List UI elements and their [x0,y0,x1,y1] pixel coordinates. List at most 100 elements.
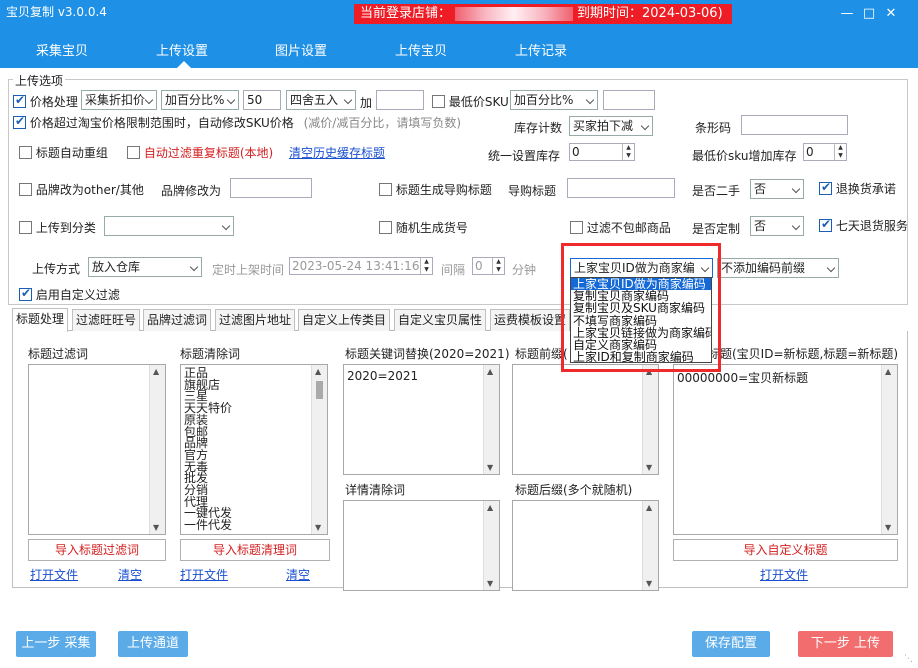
stepper-up-icon[interactable]: ▲ [492,258,504,266]
checkbox-checked[interactable] [819,217,832,232]
scroll-down-icon[interactable]: ▼ [487,579,493,588]
tab-custom-attributes[interactable]: 自定义宝贝属性 [394,309,487,331]
stepper-up-icon[interactable]: ▲ [622,144,634,152]
upload-channel-button[interactable]: 上传通道 [118,631,188,657]
scrollbar[interactable]: ▲ ▼ [311,365,327,534]
stepper-up-icon[interactable]: ▲ [834,144,846,152]
checkbox-checked[interactable] [13,93,26,108]
scroll-up-icon[interactable]: ▲ [153,367,159,376]
price-process-checkbox[interactable]: 价格处理 [13,93,78,110]
scroll-down-icon[interactable]: ▼ [646,579,652,588]
stepper-down-icon[interactable]: ▼ [492,266,504,274]
price-op-select[interactable]: 加百分比% [161,90,239,110]
clear-link[interactable]: 清空 [118,566,142,583]
close-icon[interactable]: ✕ [882,6,900,22]
auto-regroup-checkbox[interactable]: 标题自动重组 [19,144,108,161]
checkbox-checked[interactable] [19,286,32,301]
maximize-icon[interactable]: □ [860,6,878,22]
upload-category-select[interactable] [104,216,234,236]
prefix-textarea[interactable]: ▲ ▼ [512,364,659,475]
scheduled-time-picker[interactable]: 2023-05-24 13:41:16 ▲ ▼ [289,257,433,275]
interval-stepper[interactable]: 0 ▲ ▼ [472,257,505,275]
open-file-link[interactable]: 打开文件 [760,566,808,583]
random-item-no-checkbox[interactable]: 随机生成货号 [379,219,468,236]
dropdown-option[interactable]: 复制宝贝及SKU商家编码 [571,302,711,314]
stepper-up-icon[interactable]: ▲ [420,258,432,266]
min-sku-op-select[interactable]: 加百分比% [510,90,598,110]
scrollbar[interactable]: ▲ ▼ [881,365,897,534]
return-promise-checkbox[interactable]: 退换货承诺 [819,180,896,197]
checkbox[interactable] [432,95,445,108]
price-mode-select[interactable]: 采集折扣价 [81,90,157,110]
minimize-icon[interactable]: — [838,6,856,22]
checkbox[interactable] [379,221,392,234]
tab-filter-image-url[interactable]: 过滤图片地址 [215,309,296,331]
checkbox[interactable] [127,146,140,159]
merchant-code-dropdown-list[interactable]: 上家宝贝ID做为商家编码 复制宝贝商家编码 复制宝贝及SKU商家编码 不填写商家… [570,277,712,363]
nav-tab-upload-settings[interactable]: 上传设置 [156,40,208,59]
checkbox-checked[interactable] [13,114,26,129]
scroll-down-icon[interactable]: ▼ [646,463,652,472]
min-sku-stock-stepper[interactable]: 0 ▲ ▼ [803,143,847,161]
dropdown-option[interactable]: 上家ID和复制商家编码 [571,351,711,362]
tab-brand-filter[interactable]: 品牌过滤词 [143,309,212,331]
checkbox-checked[interactable] [819,180,832,195]
nav-tab-image-settings[interactable]: 图片设置 [275,40,327,59]
tab-title-process[interactable]: 标题处理 [12,308,69,332]
scrollbar[interactable]: ▲ ▼ [149,365,165,534]
save-config-button[interactable]: 保存配置 [692,631,770,657]
nav-tab-collect[interactable]: 采集宝贝 [36,40,88,59]
dropdown-option[interactable]: 不填写商家编码 [571,314,711,327]
scroll-down-icon[interactable]: ▼ [153,523,159,532]
tab-filter-wangwang[interactable]: 过滤旺旺号 [72,309,141,331]
price-value-input[interactable]: 50 [243,90,281,110]
stock-count-select[interactable]: 买家拍下减 [569,116,653,136]
keyword-replace-textarea[interactable]: 2020=2021 ▲ ▼ [343,364,500,475]
seven-day-return-checkbox[interactable]: 七天退货服务 [819,217,908,234]
unified-stock-stepper[interactable]: 0 ▲ ▼ [569,143,635,161]
list-item[interactable]: 一件代发 [184,519,232,532]
min-sku-value-input[interactable] [603,90,655,110]
custom-title-textarea[interactable]: 00000000=宝贝新标题 ▲ ▼ [673,364,898,535]
stepper-down-icon[interactable]: ▼ [834,152,846,160]
rounding-select[interactable]: 四舍五入 [286,90,356,110]
detail-clear-textarea[interactable]: ▲ ▼ [343,500,500,591]
stepper-down-icon[interactable]: ▼ [622,152,634,160]
scroll-down-icon[interactable]: ▼ [487,463,493,472]
tab-custom-category[interactable]: 自定义上传类目 [298,309,391,331]
code-prefix-select[interactable]: 不添加编码前缀 [717,258,839,278]
scrollbar[interactable]: ▲ ▼ [642,501,658,590]
price-limit-checkbox[interactable]: 价格超过淘宝价格限制范围时，自动修改SKU价格 (减价/减百分比，请填写负数) [13,114,461,131]
next-step-button[interactable]: 下一步 上传 [798,631,893,657]
checkbox[interactable] [19,183,32,196]
checkbox[interactable] [379,183,392,196]
checkbox[interactable] [19,146,32,159]
second-hand-select[interactable]: 否 [750,179,804,199]
open-file-link[interactable]: 打开文件 [30,566,78,583]
clear-cache-link[interactable]: 清空历史缓存标题 [289,144,385,161]
scrollbar[interactable]: ▲ ▼ [483,365,499,474]
filter-no-free-ship-checkbox[interactable]: 过滤不包邮商品 [570,219,671,236]
barcode-input[interactable] [741,115,848,135]
customized-select[interactable]: 否 [750,216,804,236]
scroll-up-icon[interactable]: ▲ [487,503,493,512]
filter-words-list[interactable]: ▲ ▼ [28,364,166,535]
gen-guide-title-checkbox[interactable]: 标题生成导购标题 [379,181,492,198]
import-clear-words-button[interactable]: 导入标题清理词 [180,539,330,561]
scroll-up-icon[interactable]: ▲ [487,367,493,376]
stepper-down-icon[interactable]: ▼ [420,266,432,274]
scroll-up-icon[interactable]: ▲ [315,367,321,376]
nav-tab-upload-log[interactable]: 上传记录 [515,40,567,59]
upload-method-select[interactable]: 放入仓库 [88,257,202,277]
import-custom-title-button[interactable]: 导入自定义标题 [673,539,898,561]
brand-other-checkbox[interactable]: 品牌改为other/其他 [19,181,144,198]
checkbox[interactable] [570,221,583,234]
scroll-down-icon[interactable]: ▼ [885,523,891,532]
nav-tab-upload-items[interactable]: 上传宝贝 [395,40,447,59]
scroll-up-icon[interactable]: ▲ [646,503,652,512]
prev-step-button[interactable]: 上一步 采集 [16,631,96,657]
suffix-textarea[interactable]: ▲ ▼ [512,500,659,591]
min-sku-checkbox[interactable]: 最低价SKU [432,93,509,110]
upload-category-checkbox[interactable]: 上传到分类 [19,219,96,236]
custom-filter-checkbox[interactable]: 启用自定义过滤 [19,286,120,303]
